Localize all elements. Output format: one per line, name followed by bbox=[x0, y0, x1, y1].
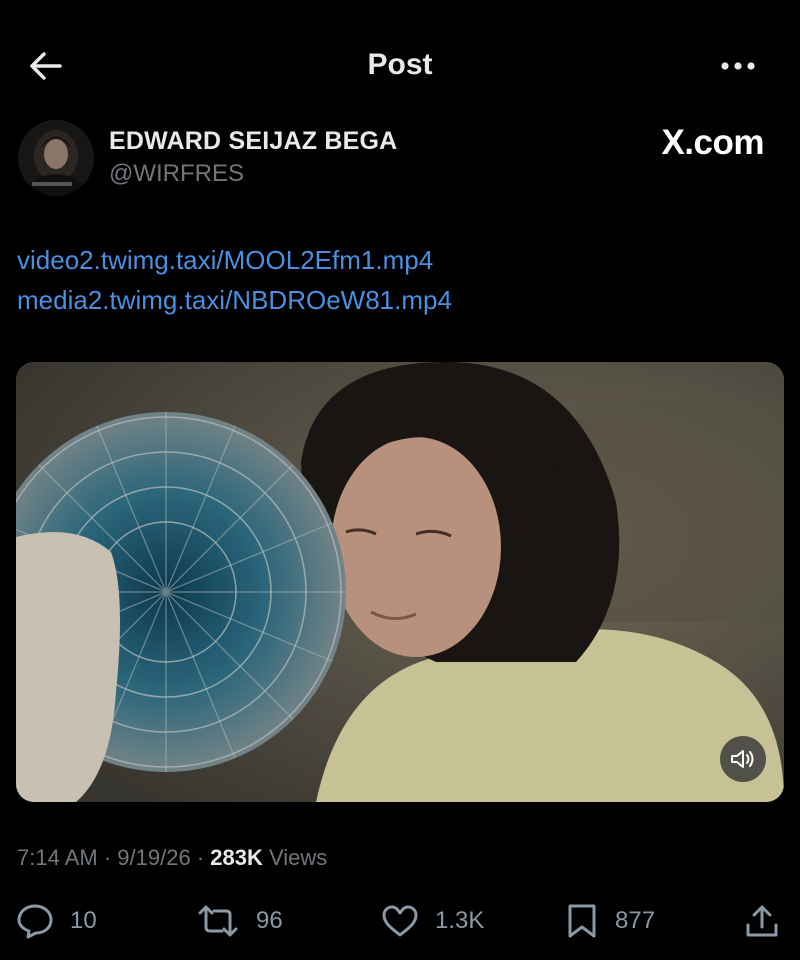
top-bar: Post bbox=[0, 0, 800, 110]
speaker-icon bbox=[731, 750, 754, 768]
more-options-button[interactable] bbox=[716, 52, 762, 80]
user-handle[interactable]: @WIRFRES bbox=[109, 160, 244, 188]
arrow-left-icon bbox=[30, 52, 62, 80]
repost-icon bbox=[198, 905, 238, 937]
share-button[interactable] bbox=[744, 895, 780, 947]
bookmark-button[interactable]: 877 bbox=[565, 895, 655, 947]
page-title: Post bbox=[367, 48, 433, 81]
repost-button[interactable]: 96 bbox=[196, 895, 283, 947]
separator: · bbox=[103, 845, 112, 870]
post-meta: 7:14 AM · 9/19/26 · 283K Views bbox=[17, 845, 327, 871]
mute-button[interactable] bbox=[720, 736, 766, 782]
like-button[interactable]: 1.3K bbox=[381, 895, 484, 947]
post-date: 9/19/26 bbox=[117, 845, 191, 870]
back-button[interactable] bbox=[26, 48, 64, 84]
post-time: 7:14 AM bbox=[17, 845, 98, 870]
video-frame bbox=[16, 362, 784, 802]
more-horizontal-icon bbox=[721, 62, 755, 70]
action-bar: 10 96 1.3K 877 bbox=[0, 895, 800, 947]
author-row: EDWARD SEIJAZ BEGA @WIRFRES X.com bbox=[16, 118, 786, 208]
repost-count: 96 bbox=[256, 907, 283, 934]
display-name[interactable]: EDWARD SEIJAZ BEGA bbox=[109, 127, 397, 156]
avatar[interactable] bbox=[18, 120, 94, 196]
video-link-2[interactable]: media2.twimg.taxi/NBDROeW81.mp4 bbox=[17, 280, 452, 320]
views-count: 283K bbox=[210, 845, 263, 870]
post-text: video2.twimg.taxi/MOOL2Efm1.mp4 media2.t… bbox=[17, 240, 452, 320]
like-count: 1.3K bbox=[435, 907, 485, 934]
post-video[interactable] bbox=[16, 362, 784, 802]
avatar-image bbox=[18, 120, 94, 196]
heart-icon bbox=[382, 905, 418, 937]
video-link-1[interactable]: video2.twimg.taxi/MOOL2Efm1.mp4 bbox=[17, 240, 452, 280]
views-label: Views bbox=[269, 845, 328, 870]
share-icon bbox=[746, 905, 778, 937]
reply-count: 10 bbox=[70, 907, 97, 934]
bookmark-count: 877 bbox=[615, 907, 656, 934]
bookmark-icon bbox=[568, 904, 596, 938]
reply-button[interactable]: 10 bbox=[16, 895, 97, 947]
separator: · bbox=[196, 845, 205, 870]
brand-logo[interactable]: X.com bbox=[661, 123, 764, 163]
reply-icon bbox=[17, 904, 53, 939]
